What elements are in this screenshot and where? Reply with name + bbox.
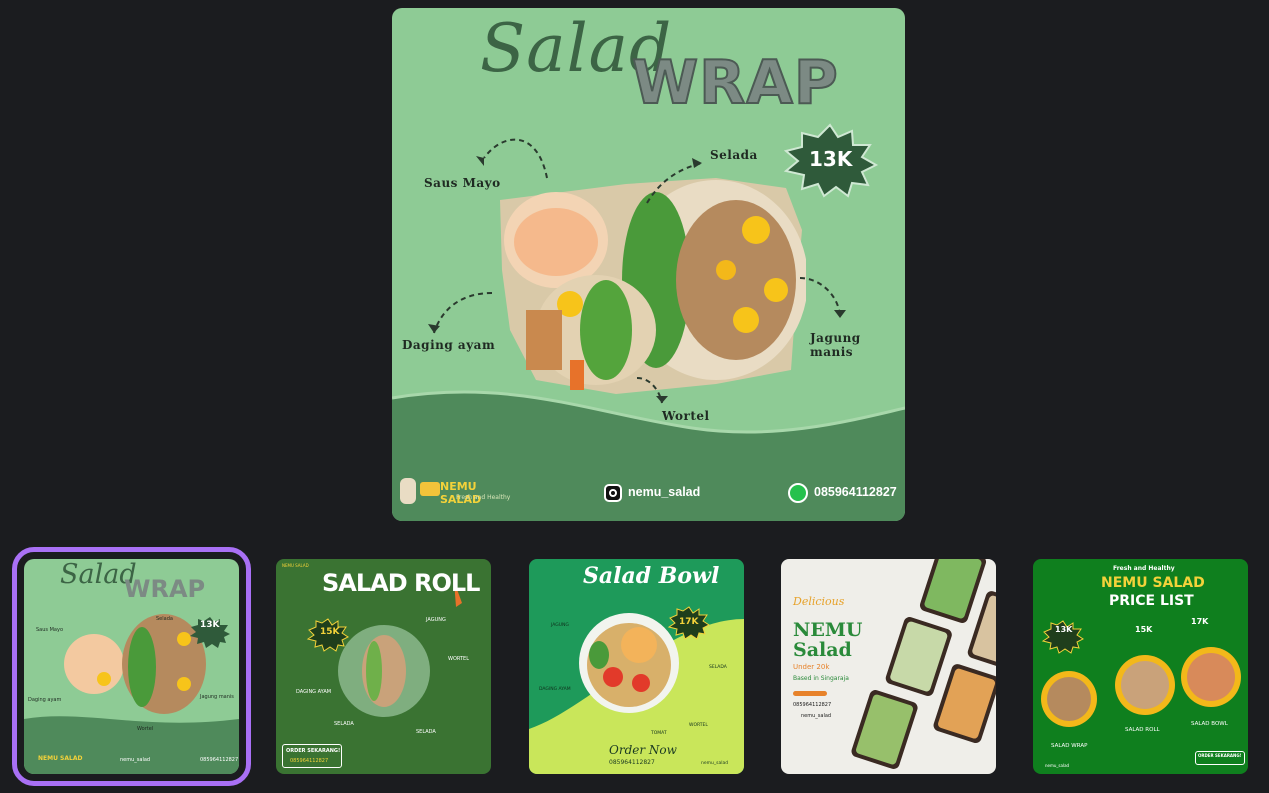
thumb-brand: NEMU SALAD [282, 563, 309, 568]
thumb-phone: 085964112827 [609, 759, 655, 766]
main-design-preview: Salad WRAP 13K Saus Mayo Selada Daging a… [392, 8, 905, 521]
thumbnail-salad-bowl[interactable]: Salad Bowl 17K JAGUNG SELADA DAGING AYAM… [529, 559, 744, 774]
thumb-ig: nemu_salad [701, 761, 729, 766]
thumb-label: DAGING AYAM [296, 689, 332, 695]
thumbnail-price-list[interactable]: Fresh and Healthy NEMU SALAD PRICE LIST … [1033, 559, 1248, 774]
thumb-phone: 085964112827 [290, 758, 329, 764]
thumb-label: JAGUNG [426, 617, 446, 623]
thumb-title-price-list: PRICE LIST [1109, 593, 1194, 609]
thumb-label: SELADA [416, 729, 436, 735]
thumbnail-salad-roll[interactable]: SALAD ROLL 15K JAGUNG WORTEL DAGING AYAM… [276, 559, 491, 774]
thumb-based: Based in Singaraja [793, 675, 849, 682]
salad-logo-icon [420, 482, 440, 496]
label-selada: Selada [710, 148, 758, 162]
thumb-under: Under 20k [793, 663, 830, 671]
thumb-item: SALAD BOWL [1191, 721, 1228, 727]
thumb-ig: nemu_salad [1045, 763, 1070, 768]
instagram-handle: nemu_salad [628, 485, 701, 499]
thumb-item: SALAD ROLL [1125, 727, 1160, 733]
mascot-icon [400, 478, 416, 504]
thumb-phone: 085964112827 [200, 757, 239, 763]
thumb-ig: nemu_salad [120, 757, 151, 763]
thumb-ig: nemu_salad [801, 713, 832, 719]
thumb-price: 13K [1055, 625, 1073, 634]
thumb-brand: NEMU SALAD [38, 755, 83, 762]
thumb-label: DAGING AYAM [539, 687, 571, 692]
thumb-title: Salad Bowl [583, 563, 720, 589]
thumb-label: Selada [156, 616, 173, 622]
thumb-item: SALAD WRAP [1051, 743, 1088, 749]
label-jagung-manis: Jagung manis [810, 331, 861, 359]
thumbnail-nemu-salad-promo[interactable]: Delicious NEMU Salad Under 20k Based in … [781, 559, 996, 774]
thumb-tagline: Fresh and Healthy [1113, 565, 1175, 572]
thumb-cta: Order Now [609, 743, 677, 757]
thumb-price: 13K [200, 620, 220, 630]
label-daging-ayam: Daging ayam [402, 338, 496, 352]
thumb-price: 17K [1191, 617, 1209, 626]
thumb-label: Saus Mayo [36, 627, 63, 633]
thumb-title-nemu: NEMU SALAD [1101, 575, 1205, 591]
thumb-cta: ORDER SEKARANG! [1198, 753, 1242, 758]
thumb-script: Delicious [793, 595, 845, 608]
thumb-accent-bar [793, 691, 827, 696]
thumb-price: 15K [320, 627, 340, 637]
thumb-cta: ORDER SEKARANG! [286, 748, 341, 754]
thumb-label: TOMAT [651, 731, 667, 736]
thumb-label: Jagung manis [200, 694, 234, 700]
whatsapp-icon [788, 483, 808, 503]
thumb-price: 15K [1135, 625, 1153, 634]
thumb-label: Wortel [137, 726, 154, 732]
thumb-label: JAGUNG [551, 623, 569, 628]
thumb-label: SELADA [709, 665, 727, 670]
thumb-title-salad: Salad [793, 639, 852, 661]
thumb-phone: 085964112827 [793, 702, 832, 708]
thumb-label: Daging ayam [28, 697, 62, 703]
brand-name: NEMU SALAD [440, 480, 482, 506]
thumbnail-salad-wrap[interactable]: Salad WRAP 13K Saus Mayo Selada Daging a… [12, 547, 251, 786]
thumb-title: SALAD ROLL [322, 569, 480, 597]
brand-logo: NEMU SALAD Fresh and Healthy [400, 478, 520, 508]
phone-number: 085964112827 [814, 485, 897, 499]
brand-tagline: Fresh and Healthy [456, 494, 511, 501]
thumb-price: 17K [679, 617, 699, 627]
thumb-title-nemu: NEMU [793, 619, 863, 641]
instagram-icon [604, 484, 622, 502]
thumb-label: WORTEL [448, 656, 469, 662]
thumb-label: SELADA [334, 721, 354, 727]
thumb-label: WORTEL [689, 723, 708, 728]
label-wortel: Wortel [662, 409, 710, 423]
label-saus-mayo: Saus Mayo [424, 176, 501, 190]
thumb-title-wrap: WRAP [124, 575, 206, 603]
callout-arrows [428, 138, 846, 404]
